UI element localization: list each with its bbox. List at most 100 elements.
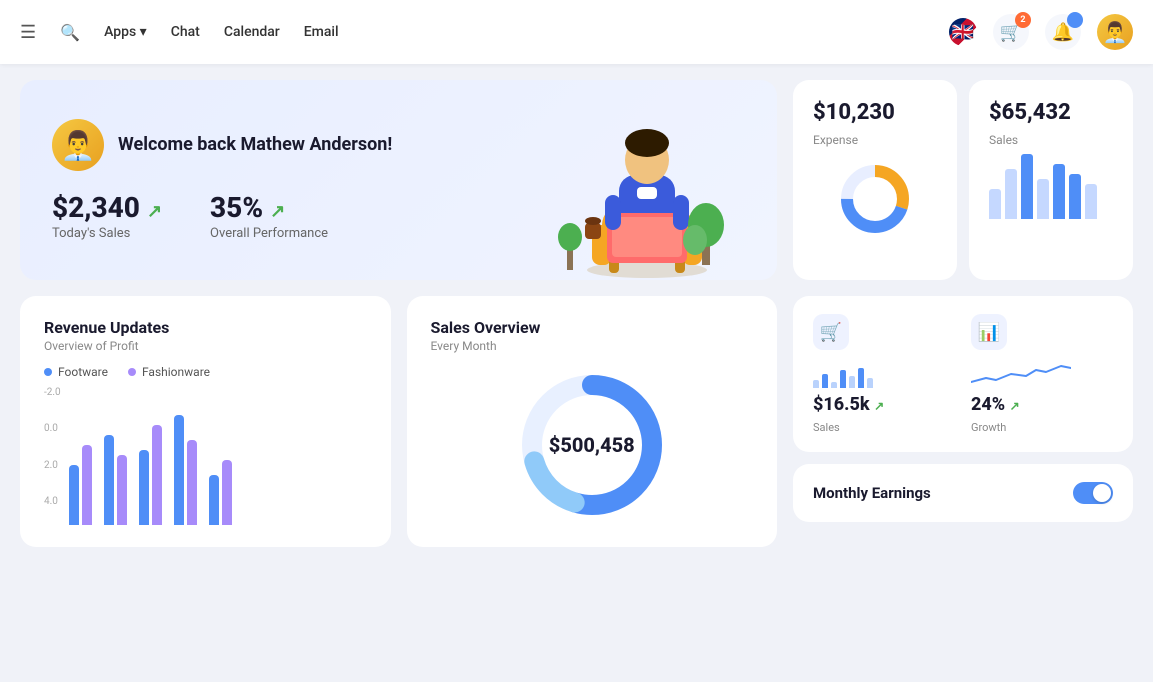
nav-apps[interactable]: Apps ▾ [104, 24, 147, 40]
growth-sparkline [971, 360, 1071, 388]
expense-label: Expense [813, 133, 937, 147]
page-content: 👨‍💼 Welcome back Mathew Anderson! $2,340… [0, 64, 1153, 682]
bar-footware [69, 465, 79, 525]
sales-center-value: $500,458 [549, 433, 635, 457]
bar-mini-item [1021, 154, 1033, 219]
sales-overview-title: Sales Overview [431, 318, 754, 337]
bar-footware [139, 450, 149, 525]
todays-sales-stat: $2,340 ↗ Today's Sales [52, 191, 162, 241]
notification-badge [1067, 12, 1083, 28]
sales-sparkline [813, 360, 955, 388]
growth-mini-value: 24% ↗ [971, 394, 1113, 415]
revenue-chart-area: 4.0 2.0 0.0 -2.0 [44, 387, 367, 525]
todays-sales-label: Today's Sales [52, 226, 162, 241]
performance-label: Overall Performance [210, 226, 328, 241]
bar-mini-item [1085, 184, 1097, 219]
cart-icon: 🛒 [813, 314, 849, 350]
bar-fashionware [187, 440, 197, 525]
bar-group [104, 435, 127, 525]
monthly-earnings-card: Monthly Earnings [793, 464, 1133, 522]
bar-fashionware [152, 425, 162, 525]
legend-fashionware: Fashionware [128, 365, 210, 379]
expense-donut-chart [835, 159, 915, 239]
chart-icon: 📊 [971, 314, 1007, 350]
sales-top-label: Sales [989, 133, 1113, 147]
hamburger-icon[interactable]: ☰ [20, 22, 36, 43]
sparkline-bar [813, 380, 819, 388]
expense-donut-container [813, 159, 937, 239]
sales-overview-subtitle: Every Month [431, 339, 754, 353]
right-bottom-column: 🛒 $16.5k ↗ Sales 📊 24% [793, 296, 1133, 547]
language-flag[interactable]: 🇬🇧 [949, 18, 977, 46]
bar-group [209, 460, 232, 525]
expense-card: $10,230 Expense [793, 80, 957, 280]
navbar: ☰ 🔍 Apps ▾ Chat Calendar Email 🇬🇧 🛒 2 🔔 … [0, 0, 1153, 64]
welcome-illustration [547, 80, 747, 280]
sparkline-bar [822, 374, 828, 388]
y-axis-labels: 4.0 2.0 0.0 -2.0 [44, 387, 61, 507]
sales-mini-label: Sales [813, 421, 955, 434]
bar-mini-item [1069, 174, 1081, 219]
nav-email[interactable]: Email [304, 24, 339, 40]
nav-links: Apps ▾ Chat Calendar Email [104, 24, 339, 40]
bottom-row: Revenue Updates Overview of Profit Footw… [20, 296, 1133, 547]
welcome-avatar: 👨‍💼 [52, 119, 104, 171]
bottom-metrics-row: 🛒 $16.5k ↗ Sales 📊 24% [793, 296, 1133, 452]
bar-footware [209, 475, 219, 525]
revenue-subtitle: Overview of Profit [44, 339, 367, 353]
sales-mini-value: $16.5k ↗ [813, 394, 955, 415]
top-row: 👨‍💼 Welcome back Mathew Anderson! $2,340… [20, 80, 1133, 280]
bar-group [174, 415, 197, 525]
growth-mini-metric: 📊 24% ↗ Growth [971, 314, 1113, 434]
sales-overview-header: Sales Overview Every Month [431, 318, 754, 353]
bar-mini-item [1005, 169, 1017, 219]
todays-sales-value: $2,340 ↗ [52, 191, 162, 224]
revenue-title: Revenue Updates [44, 318, 367, 337]
monthly-earnings-title: Monthly Earnings [813, 484, 931, 502]
top-right-metrics: $10,230 Expense $65,432 Sales [793, 80, 1133, 280]
revenue-card: Revenue Updates Overview of Profit Footw… [20, 296, 391, 547]
sparkline-bar [840, 370, 846, 388]
fashionware-dot [128, 368, 136, 376]
sales-overview-card: Sales Overview Every Month $500,458 [407, 296, 778, 547]
welcome-card: 👨‍💼 Welcome back Mathew Anderson! $2,340… [20, 80, 777, 280]
cart-button[interactable]: 🛒 2 [993, 14, 1029, 50]
legend-footware: Footware [44, 365, 108, 379]
notification-button[interactable]: 🔔 [1045, 14, 1081, 50]
expense-value: $10,230 [813, 100, 937, 125]
bar-fashionware [222, 460, 232, 525]
bar-mini-item [1037, 179, 1049, 219]
search-icon[interactable]: 🔍 [60, 23, 80, 42]
toggle-knob [1093, 484, 1111, 502]
bar-footware [104, 435, 114, 525]
bar-group [69, 445, 92, 525]
sales-donut-container: $500,458 [512, 365, 672, 525]
bar-fashionware [82, 445, 92, 525]
revenue-legend: Footware Fashionware [44, 365, 367, 379]
nav-calendar[interactable]: Calendar [224, 24, 280, 40]
bar-group [139, 425, 162, 525]
cart-badge: 2 [1015, 12, 1031, 28]
sparkline-bar [831, 382, 837, 388]
nav-chat[interactable]: Chat [171, 24, 200, 40]
bar-footware [174, 415, 184, 525]
sales-mini-metric: 🛒 $16.5k ↗ Sales [813, 314, 955, 434]
performance-value: 35% ↗ [210, 191, 328, 224]
growth-mini-label: Growth [971, 421, 1113, 434]
monthly-toggle[interactable] [1073, 482, 1113, 504]
performance-stat: 35% ↗ Overall Performance [210, 191, 328, 241]
welcome-greeting: Welcome back Mathew Anderson! [118, 133, 392, 156]
welcome-text: Welcome back Mathew Anderson! [118, 133, 392, 156]
hero-illustration-svg [547, 95, 747, 280]
footware-dot [44, 368, 52, 376]
sales-top-card: $65,432 Sales [969, 80, 1133, 280]
revenue-bar-chart [69, 387, 367, 525]
bar-mini-item [989, 189, 1001, 219]
sparkline-bar [858, 368, 864, 388]
bar-fashionware [117, 455, 127, 525]
sparkline-bar [867, 378, 873, 388]
sales-top-bar-chart [989, 159, 1113, 219]
user-avatar[interactable]: 👨‍💼 [1097, 14, 1133, 50]
sparkline-bar [849, 376, 855, 388]
bar-mini-item [1053, 164, 1065, 219]
